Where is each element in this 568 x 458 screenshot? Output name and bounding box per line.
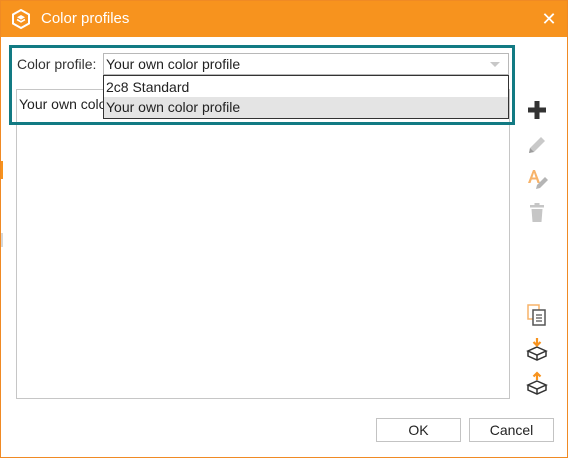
close-button[interactable]: ✕: [537, 7, 561, 31]
edge-accent: [1, 161, 3, 179]
edge-divider: [1, 233, 3, 247]
title-bar: Color profiles ✕: [1, 1, 567, 37]
copy-icon[interactable]: [525, 303, 549, 327]
color-profiles-dialog: Color profiles ✕ Your own color profile …: [0, 0, 568, 458]
rename-icon[interactable]: [525, 167, 549, 191]
profile-list[interactable]: Your own color profile: [16, 89, 510, 399]
add-icon[interactable]: [525, 98, 549, 122]
focus-highlight-frame: [9, 45, 515, 125]
ok-button[interactable]: OK: [376, 418, 461, 442]
delete-icon[interactable]: [525, 201, 549, 225]
app-logo-icon: [11, 8, 31, 30]
edit-icon[interactable]: [525, 133, 549, 157]
import-icon[interactable]: [525, 337, 549, 361]
export-icon[interactable]: [525, 371, 549, 395]
window-title: Color profiles: [41, 10, 130, 27]
cancel-button[interactable]: Cancel: [469, 418, 554, 442]
